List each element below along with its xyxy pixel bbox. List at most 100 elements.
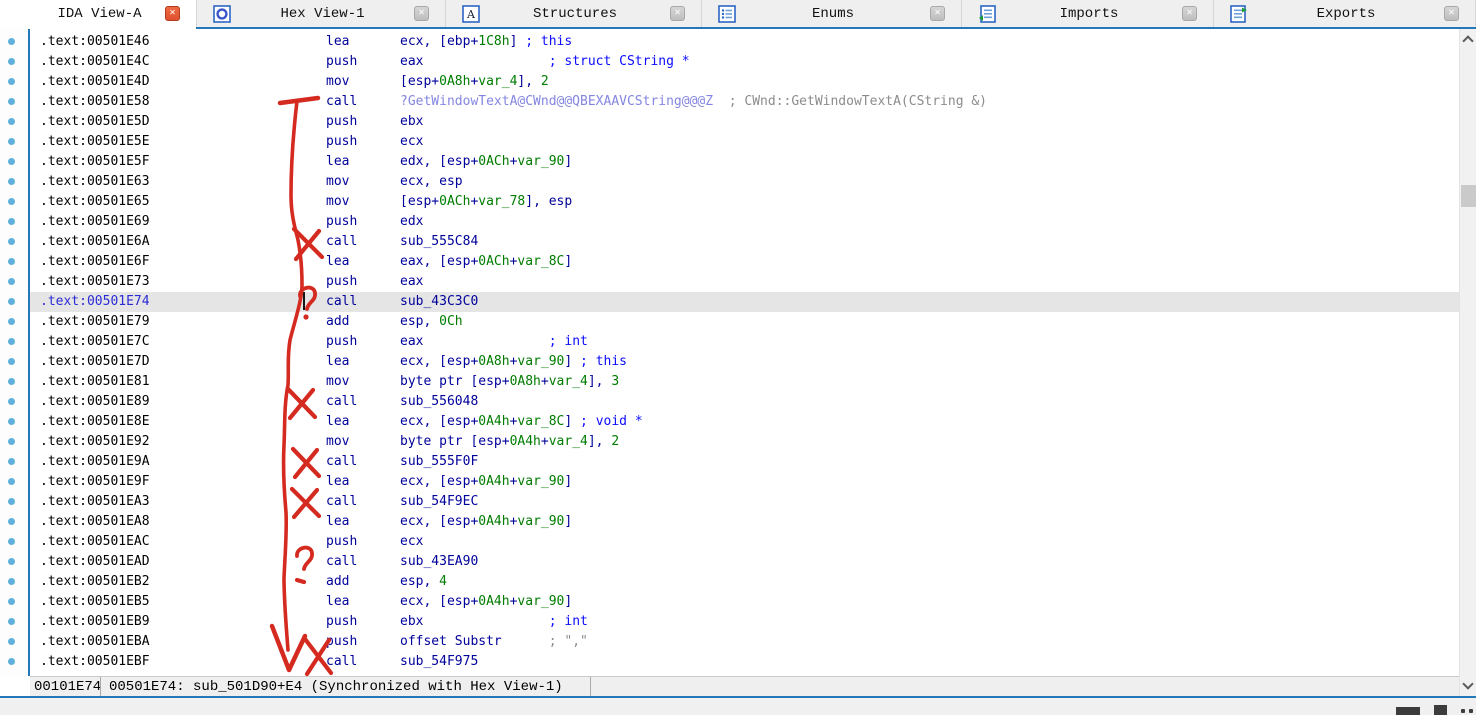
disasm-mnemonic: mov	[326, 372, 349, 392]
nav-dot	[8, 598, 15, 605]
nav-dot	[8, 138, 15, 145]
disasm-mnemonic: push	[326, 212, 357, 232]
disasm-mnemonic: lea	[326, 512, 349, 532]
tab-ida-view-a[interactable]: IDA View-A✕	[0, 0, 197, 27]
nav-dot	[8, 578, 15, 585]
tab-close-icon[interactable]: ✕	[414, 6, 429, 21]
disasm-operands: edx	[400, 212, 423, 232]
disasm-row[interactable]: .text:00501E5Dpushebx	[30, 112, 1459, 132]
tab-imports[interactable]: Imports✕	[962, 0, 1214, 27]
disasm-row[interactable]: .text:00501E69 push edx	[30, 212, 1459, 232]
disasm-row[interactable]: .text:00501E89callsub_556048	[30, 392, 1459, 412]
disasm-row[interactable]: .text:00501E5Fleaedx, [esp+0ACh+var_90]	[30, 152, 1459, 172]
disasm-row[interactable]: .text:00501EBFcallsub_54F975	[30, 652, 1459, 672]
tab-close-icon[interactable]: ✕	[1444, 6, 1459, 21]
nav-dot	[8, 338, 15, 345]
disasm-mnemonic: push	[326, 112, 357, 132]
scroll-up-icon[interactable]	[1462, 35, 1473, 46]
tab-structures[interactable]: AStructures✕	[446, 0, 702, 27]
scroll-down-icon[interactable]	[1462, 678, 1473, 689]
vertical-scrollbar[interactable]	[1459, 29, 1476, 696]
disasm-operands: ecx	[400, 532, 423, 552]
tab-close-icon[interactable]: ✕	[165, 6, 180, 21]
disasm-row[interactable]: .text:00501EADcallsub_43EA90	[30, 552, 1459, 572]
disasm-row[interactable]: .text:00501E65mov[esp+0ACh+var_78], esp	[30, 192, 1459, 212]
disasm-row[interactable]: .text:00501EBApushoffset Substr ; ","	[30, 632, 1459, 652]
disasm-mnemonic: push	[326, 532, 357, 552]
svg-text:A: A	[466, 8, 476, 21]
disasm-row[interactable]: .text:00501E9Fleaecx, [esp+0A4h+var_90]	[30, 472, 1459, 492]
nav-dot	[8, 458, 15, 465]
disasm-mnemonic: lea	[326, 352, 349, 372]
tab-label: IDA View-A	[34, 6, 165, 22]
disasm-operands: byte ptr [esp+0A4h+var_4], 2	[400, 432, 619, 452]
disasm-row[interactable]: .text:00501EB5leaecx, [esp+0A4h+var_90]	[30, 592, 1459, 612]
disasm-address: .text:00501EA3	[40, 492, 150, 512]
disasm-row[interactable]: .text:00501E4Cpusheax ; struct CString *	[30, 52, 1459, 72]
disasm-row[interactable]: .text:00501E8Eleaecx, [esp+0A4h+var_8C] …	[30, 412, 1459, 432]
disasm-row[interactable]: .text:00501E6Fleaeax, [esp+0ACh+var_8C]	[30, 252, 1459, 272]
nav-dot	[8, 518, 15, 525]
disasm-operands: edx, [esp+0ACh+var_90]	[400, 152, 572, 172]
disasm-row[interactable]: .text:00501EACpushecx	[30, 532, 1459, 552]
disasm-row[interactable]: .text:00501E9Acallsub_555F0F	[30, 452, 1459, 472]
cropped-icon-2	[1434, 705, 1447, 715]
disasm-address: .text:00501E5D	[40, 112, 150, 132]
disasm-address: .text:00501E81	[40, 372, 150, 392]
disasm-address: .text:00501E74	[40, 292, 150, 312]
disasm-address: .text:00501E65	[40, 192, 150, 212]
disasm-row[interactable]: .text:00501E46leaecx, [ebp+1C8h] ; this	[30, 32, 1459, 52]
disasm-row[interactable]: .text:00501E73pusheax	[30, 272, 1459, 292]
disasm-address: .text:00501E9F	[40, 472, 150, 492]
disasm-operands: sub_43EA90	[400, 552, 478, 572]
disasm-mnemonic: call	[326, 452, 357, 472]
disasm-row[interactable]: .text:00501E5Epushecx	[30, 132, 1459, 152]
breakpoint-gutter	[0, 29, 28, 676]
disasm-address: .text:00501E63	[40, 172, 150, 192]
disasm-operands: esp, 4	[400, 572, 447, 592]
disasm-row[interactable]: .text:00501E81movbyte ptr [esp+0A8h+var_…	[30, 372, 1459, 392]
disasm-row[interactable]: .text:00501EA3callsub_54F9EC	[30, 492, 1459, 512]
tab-hex-view-1[interactable]: Hex View-1✕	[197, 0, 446, 27]
disasm-row[interactable]: .text:00501E6Acallsub_555C84	[30, 232, 1459, 252]
disasm-row[interactable]: .text:00501E4Dmov[esp+0A8h+var_4], 2	[30, 72, 1459, 92]
disasm-row[interactable]: .text:00501EB2addesp, 4	[30, 572, 1459, 592]
nav-dot	[8, 358, 15, 365]
status-bar: 00101E74 00501E74: sub_501D90+E4 (Synchr…	[30, 676, 1459, 696]
disasm-address: .text:00501E69	[40, 212, 150, 232]
scrollbar-thumb[interactable]	[1461, 185, 1476, 207]
disasm-operands: eax	[400, 272, 423, 292]
nav-dot	[8, 438, 15, 445]
disasm-address: .text:00501E5F	[40, 152, 150, 172]
bottom-strip	[0, 698, 1476, 715]
disasm-row[interactable]: .text:00501E92movbyte ptr [esp+0A4h+var_…	[30, 432, 1459, 452]
disasm-operands: ?GetWindowTextA@CWnd@@QBEXAAVCString@@@Z…	[400, 92, 987, 112]
nav-dot	[8, 638, 15, 645]
disasm-mnemonic: push	[326, 52, 357, 72]
disasm-address: .text:00501EAD	[40, 552, 150, 572]
tab-close-icon[interactable]: ✕	[930, 6, 945, 21]
tab-enums[interactable]: Enums✕	[702, 0, 962, 27]
disasm-mnemonic: lea	[326, 32, 349, 52]
tab-close-icon[interactable]: ✕	[1182, 6, 1197, 21]
disasm-mnemonic: lea	[326, 472, 349, 492]
disasm-mnemonic: mov	[326, 432, 349, 452]
disasm-mnemonic: call	[326, 652, 357, 672]
disasm-row[interactable]: .text:00501E79addesp, 0Ch	[30, 312, 1459, 332]
nav-dot	[8, 538, 15, 545]
nav-dot	[8, 38, 15, 45]
cropped-icon-dot-2	[1469, 709, 1473, 713]
tab-close-icon[interactable]: ✕	[670, 6, 685, 21]
disasm-row[interactable]: .text:00501EB9pushebx ; int	[30, 612, 1459, 632]
disasm-row[interactable]: .text:00501EA8leaecx, [esp+0A4h+var_90]	[30, 512, 1459, 532]
disasm-mnemonic: lea	[326, 252, 349, 272]
disassembly-view: .text:00501E46leaecx, [ebp+1C8h] ; this.…	[0, 29, 1459, 696]
disasm-row[interactable]: .text:00501E63movecx, esp	[30, 172, 1459, 192]
disasm-row[interactable]: .text:00501E58call?GetWindowTextA@CWnd@@…	[30, 92, 1459, 112]
disasm-row[interactable]: .text:00501E7Dleaecx, [esp+0A8h+var_90] …	[30, 352, 1459, 372]
disasm-row[interactable]: .text:00501E74callsub_43C3C0	[30, 292, 1459, 312]
disasm-mnemonic: lea	[326, 592, 349, 612]
tab-exports[interactable]: Exports✕	[1214, 0, 1476, 27]
disasm-row[interactable]: .text:00501E7Cpusheax ; int	[30, 332, 1459, 352]
disasm-address: .text:00501EBA	[40, 632, 150, 652]
